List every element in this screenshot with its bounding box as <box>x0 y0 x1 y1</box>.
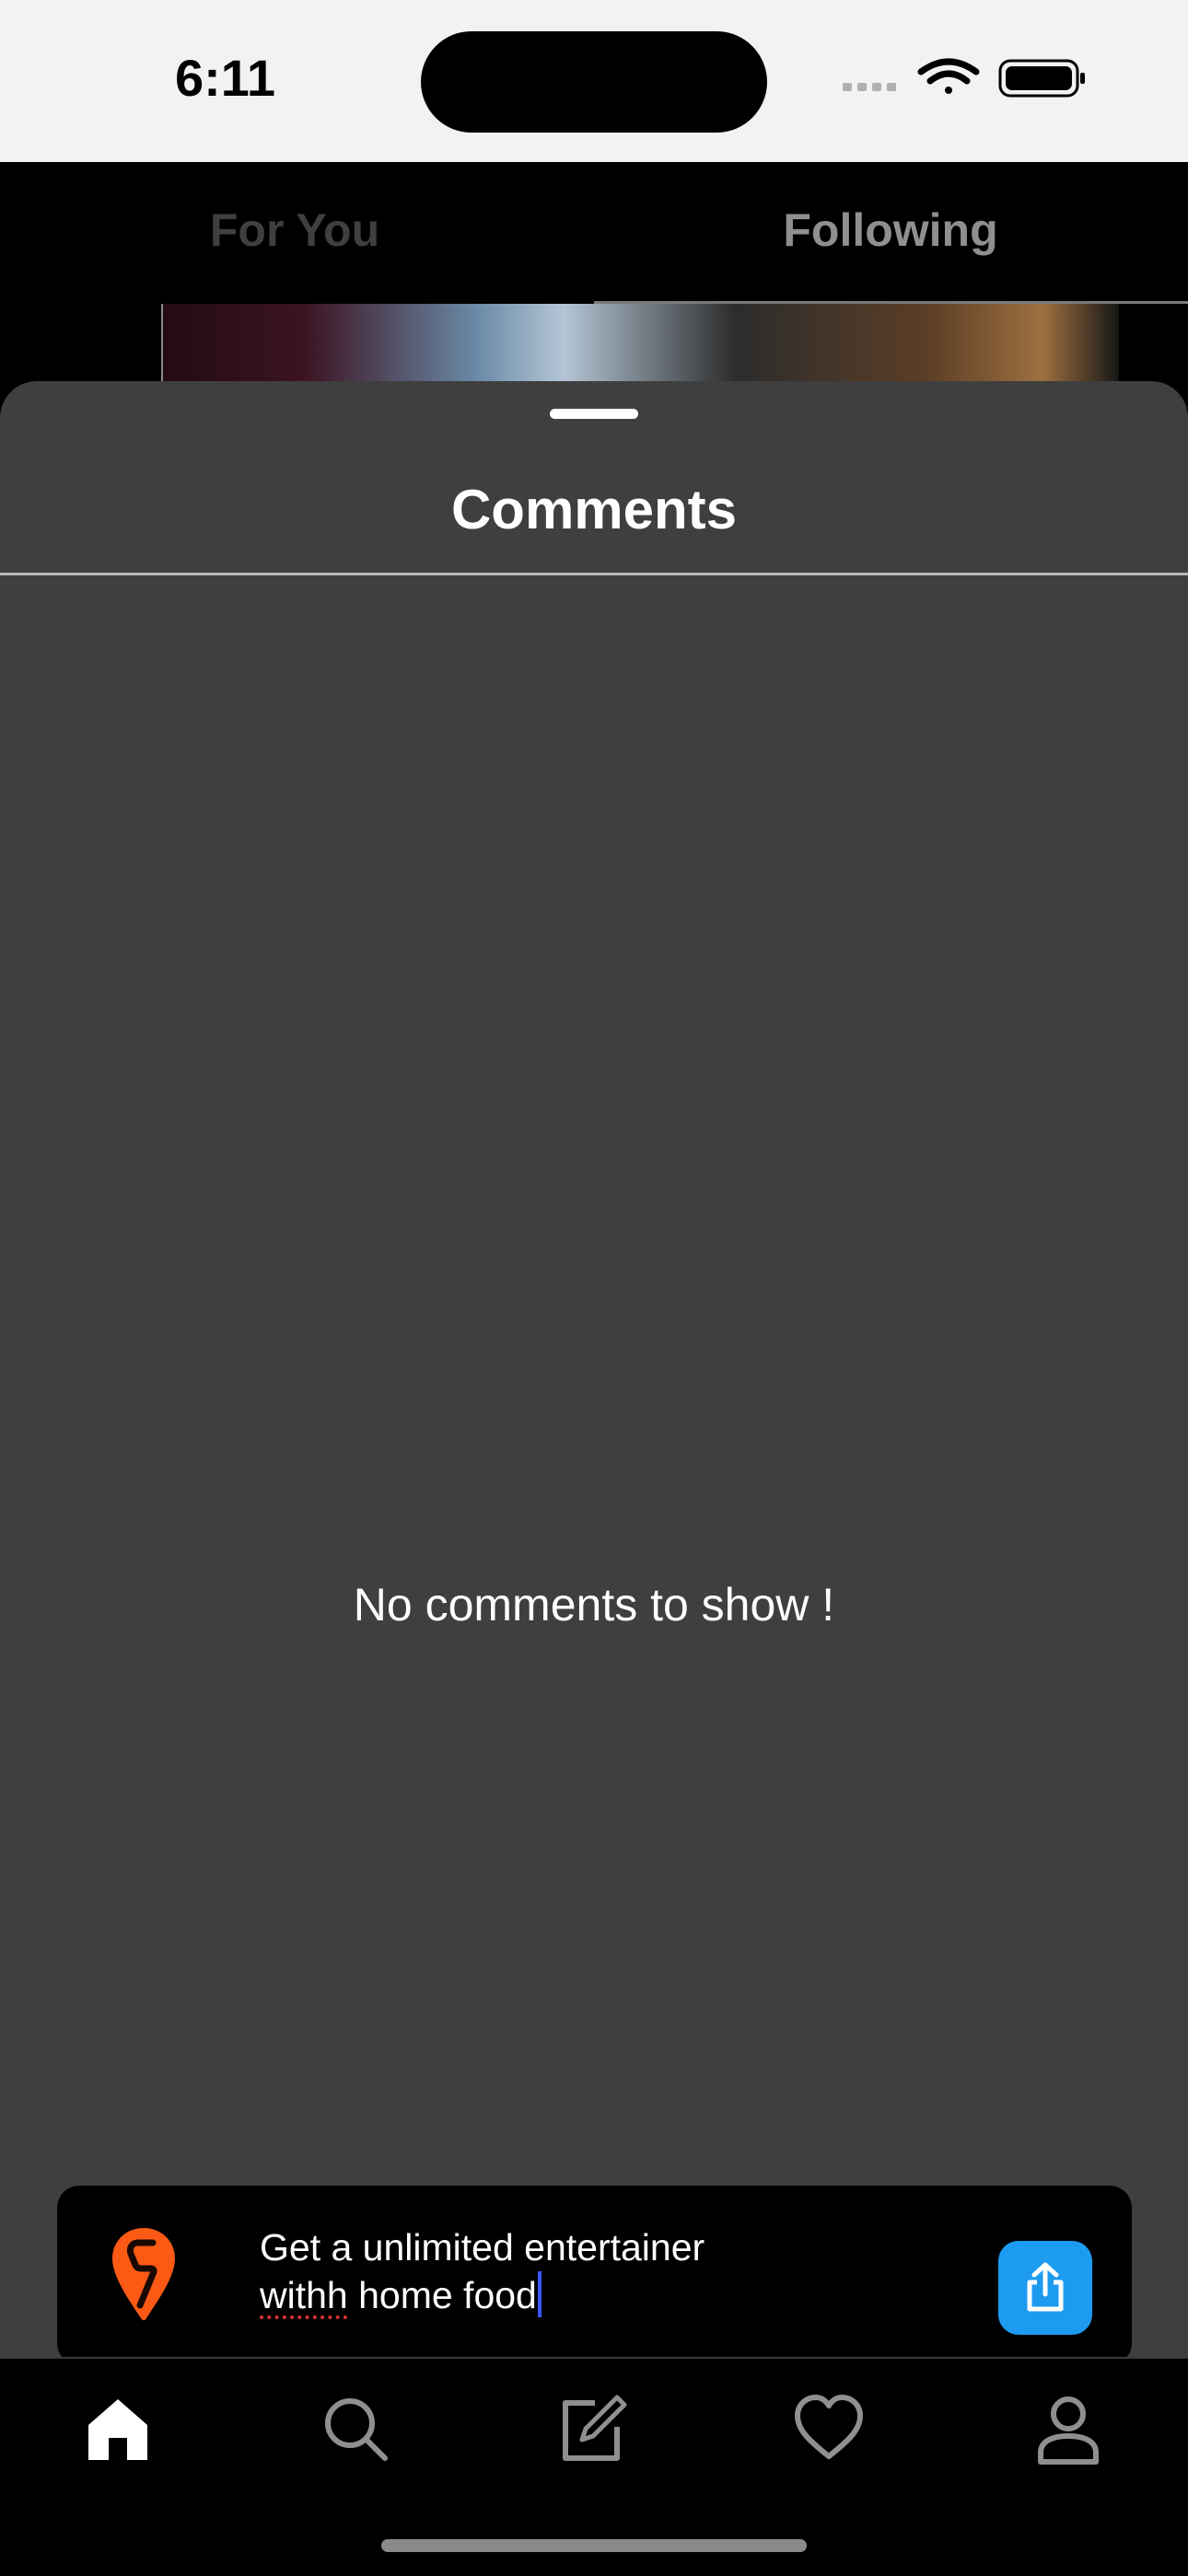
sheet-grabber-handle[interactable] <box>550 409 638 419</box>
text-caret <box>537 2271 542 2317</box>
comment-input[interactable]: Get a unlimited entertainer withh home f… <box>260 2224 960 2319</box>
status-bar: 6:11 <box>0 0 1188 162</box>
profile-icon[interactable] <box>1031 2392 1105 2466</box>
comment-composer: Get a unlimited entertainer withh home f… <box>57 2186 1132 2365</box>
search-icon[interactable] <box>319 2392 392 2466</box>
swiggy-logo-icon <box>112 2228 175 2321</box>
home-indicator[interactable] <box>381 2539 807 2552</box>
comments-title: Comments <box>450 479 738 540</box>
comments-sheet: Comments No comments to show ! <box>0 381 1188 2357</box>
battery-icon <box>998 59 1085 98</box>
video-frame-border <box>161 304 163 387</box>
wifi-icon <box>917 58 980 94</box>
comment-input-line1: Get a unlimited entertainer <box>260 2226 705 2269</box>
feed-tabs: For You Following <box>0 162 1188 304</box>
home-icon[interactable] <box>81 2392 155 2466</box>
empty-comments-message: No comments to show ! <box>353 1579 835 1630</box>
comment-input-misspelled-word: withh <box>260 2274 348 2316</box>
status-time: 6:11 <box>175 49 275 107</box>
send-comment-button[interactable] <box>998 2241 1092 2335</box>
sheet-divider <box>0 573 1188 575</box>
comment-input-line2: home food <box>347 2274 537 2316</box>
cellular-signal-icon <box>843 83 896 91</box>
status-icons <box>840 55 1089 101</box>
dynamic-island <box>421 31 767 133</box>
tab-following[interactable]: Following <box>660 203 1121 257</box>
tab-for-you[interactable]: For You <box>64 203 525 257</box>
share-upload-icon <box>1027 2262 1064 2312</box>
compose-icon[interactable] <box>554 2392 628 2466</box>
heart-icon[interactable] <box>792 2392 866 2466</box>
video-thumbnail <box>161 304 1119 387</box>
